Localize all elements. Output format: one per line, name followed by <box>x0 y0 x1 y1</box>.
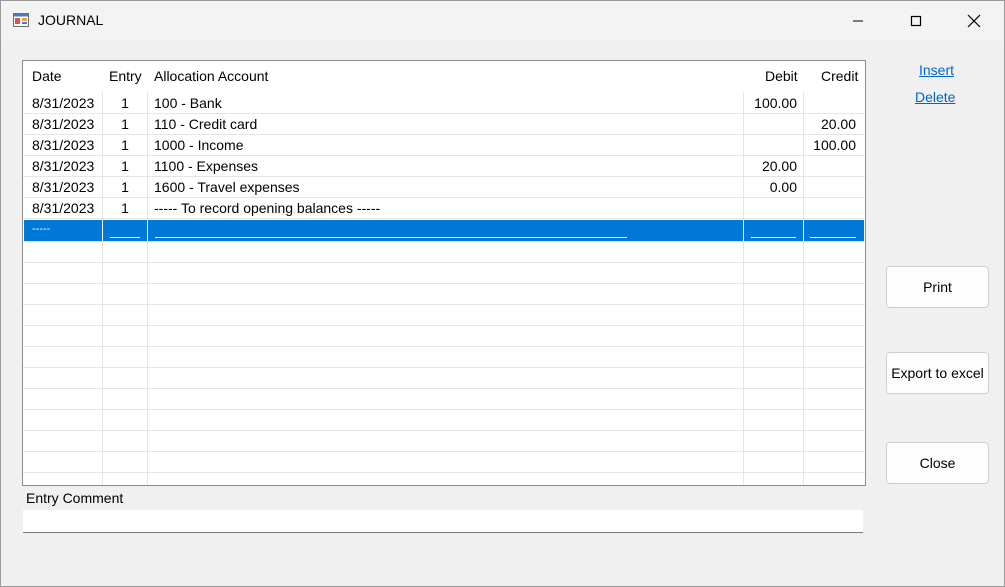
row-divider <box>23 304 865 305</box>
cell-debit[interactable]: 20.00 <box>744 156 802 177</box>
column-header-date[interactable]: Date <box>32 68 62 84</box>
new-row-account-underline <box>155 237 627 238</box>
cell-account[interactable]: 1600 - Travel expenses <box>149 177 743 198</box>
title-bar[interactable]: JOURNAL <box>1 1 1004 41</box>
cell-debit[interactable] <box>744 114 802 135</box>
cell-account[interactable]: 100 - Bank <box>149 93 743 114</box>
cell-debit[interactable]: 100.00 <box>744 93 802 114</box>
cell-account[interactable]: 110 - Credit card <box>149 114 743 135</box>
cell-entry[interactable]: 1 <box>103 135 147 156</box>
delete-link[interactable]: Delete <box>915 89 955 105</box>
close-window-button[interactable] <box>945 1 1003 41</box>
window-title: JOURNAL <box>38 12 104 28</box>
new-row-entry-underline <box>110 237 140 238</box>
cell-account[interactable]: ----- To record opening balances ----- <box>149 198 743 219</box>
cell-credit[interactable] <box>804 156 861 177</box>
grid-header: Date Entry Allocation Account Debit Cred… <box>23 61 865 92</box>
row-divider <box>23 241 865 242</box>
journal-window: JOURNAL Date Entry Allocation Account De… <box>0 0 1005 587</box>
row-divider <box>23 283 865 284</box>
column-header-debit[interactable]: Debit <box>765 68 798 84</box>
cell-date[interactable]: 8/31/2023 <box>27 114 105 135</box>
minimize-button[interactable] <box>829 1 887 41</box>
cell-credit[interactable] <box>804 177 861 198</box>
selected-column-divider <box>147 220 148 241</box>
column-divider <box>147 61 148 485</box>
cell-debit[interactable]: 0.00 <box>744 177 802 198</box>
row-divider <box>23 346 865 347</box>
cell-date[interactable]: 8/31/2023 <box>27 198 105 219</box>
cell-entry[interactable]: 1 <box>103 93 147 114</box>
cell-date[interactable]: 8/31/2023 <box>27 135 105 156</box>
new-row-debit-underline <box>751 237 796 238</box>
close-icon <box>967 14 981 28</box>
cell-credit[interactable]: 20.00 <box>804 114 861 135</box>
column-header-credit[interactable]: Credit <box>821 68 858 84</box>
row-divider <box>23 367 865 368</box>
insert-link[interactable]: Insert <box>919 62 954 78</box>
new-row-credit-underline <box>810 237 856 238</box>
row-divider <box>23 388 865 389</box>
selected-column-divider <box>803 220 804 241</box>
new-row-date-cell[interactable]: ----- <box>27 219 105 240</box>
cell-account[interactable]: 1100 - Expenses <box>149 156 743 177</box>
entry-comment-label: Entry Comment <box>26 490 124 506</box>
cell-credit[interactable]: 100.00 <box>804 135 861 156</box>
maximize-icon <box>910 15 922 27</box>
cell-entry[interactable]: 1 <box>103 114 147 135</box>
row-divider <box>23 325 865 326</box>
row-divider <box>23 472 865 473</box>
column-header-account[interactable]: Allocation Account <box>154 68 268 84</box>
print-button[interactable]: Print <box>886 266 989 308</box>
cell-debit[interactable] <box>744 198 802 219</box>
cell-entry[interactable]: 1 <box>103 177 147 198</box>
app-window-icon <box>13 13 29 27</box>
journal-grid[interactable]: Date Entry Allocation Account Debit Cred… <box>22 60 866 486</box>
row-divider <box>23 451 865 452</box>
cell-credit[interactable] <box>804 198 861 219</box>
close-button[interactable]: Close <box>886 442 989 484</box>
selected-column-divider <box>743 220 744 241</box>
row-divider <box>23 409 865 410</box>
cell-entry[interactable]: 1 <box>103 198 147 219</box>
cell-date[interactable]: 8/31/2023 <box>27 93 105 114</box>
cell-entry[interactable]: 1 <box>103 156 147 177</box>
export-to-excel-button[interactable]: Export to excel <box>886 352 989 394</box>
entry-comment-field[interactable] <box>23 510 863 533</box>
cell-account[interactable]: 1000 - Income <box>149 135 743 156</box>
cell-debit[interactable] <box>744 135 802 156</box>
cell-date[interactable]: 8/31/2023 <box>27 177 105 198</box>
minimize-icon <box>853 20 863 22</box>
row-divider <box>23 262 865 263</box>
maximize-button[interactable] <box>887 1 945 41</box>
column-header-entry[interactable]: Entry <box>109 68 142 84</box>
selected-column-divider <box>102 220 103 241</box>
row-divider <box>23 430 865 431</box>
cell-date[interactable]: 8/31/2023 <box>27 156 105 177</box>
cell-credit[interactable] <box>804 93 861 114</box>
